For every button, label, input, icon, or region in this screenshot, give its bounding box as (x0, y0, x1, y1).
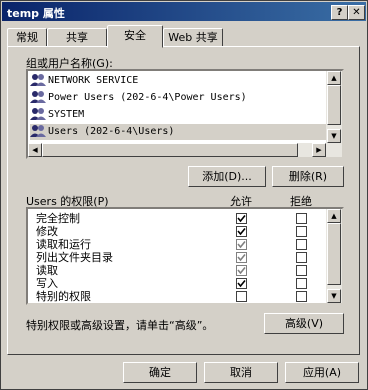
user-list-item[interactable]: SYSTEM (30, 107, 84, 123)
tab-sharing[interactable]: 共享 (47, 28, 107, 47)
deny-checkbox[interactable] (296, 265, 307, 276)
user-list-item[interactable]: Power Users (202-6-4\Power Users) (30, 90, 247, 106)
user-name: SYSTEM (48, 109, 85, 120)
user-list-item[interactable]: Users (202-6-4\Users) (30, 124, 326, 140)
allow-checkbox[interactable] (236, 239, 247, 250)
deny-checkbox[interactable] (296, 278, 307, 289)
permissions-vertical-scrollbar[interactable]: ▲ ▼ (326, 209, 342, 303)
allow-checkbox[interactable] (236, 213, 247, 224)
permission-row: 特别的权限 (30, 289, 326, 303)
close-icon[interactable]: ✕ (348, 5, 365, 20)
allow-checkbox[interactable] (236, 265, 247, 276)
deny-checkbox[interactable] (296, 213, 307, 224)
scroll-down-icon[interactable]: ▼ (327, 289, 341, 303)
deny-checkbox[interactable] (296, 226, 307, 237)
allow-checkbox[interactable] (236, 291, 247, 302)
tab-general[interactable]: 常规 (7, 28, 47, 47)
scroll-right-icon[interactable]: ▶ (312, 143, 326, 157)
users-vertical-scrollbar[interactable]: ▲ ▼ (326, 71, 342, 143)
users-list[interactable]: NETWORK SERVICE Power Users (202-6-4\Powe… (26, 69, 344, 159)
remove-button[interactable]: 删除(R) (272, 166, 344, 187)
scroll-thumb[interactable] (327, 85, 341, 125)
deny-checkbox[interactable] (296, 252, 307, 263)
security-panel: 组或用户名称(G): NETWORK SERVICE Power Users (2… (7, 46, 360, 355)
add-button[interactable]: 添加(D)... (188, 166, 266, 187)
user-name: NETWORK SERVICE (48, 75, 139, 86)
user-list-item[interactable]: NETWORK SERVICE (30, 73, 138, 89)
deny-checkbox[interactable] (296, 239, 307, 250)
permissions-list[interactable]: 完全控制 修改 读取和运行 列出文件夹目录 读取 写入 特别的权限 ▲ ▼ (26, 207, 344, 305)
advanced-button[interactable]: 高级(V) (264, 313, 344, 334)
user-group-icon (30, 108, 46, 120)
scroll-down-icon[interactable]: ▼ (327, 129, 341, 143)
scroll-thumb[interactable] (327, 223, 341, 285)
ok-button[interactable]: 确定 (123, 362, 197, 383)
help-icon[interactable]: ? (331, 5, 348, 20)
hscroll-thumb[interactable] (42, 143, 298, 157)
scroll-up-icon[interactable]: ▲ (327, 209, 341, 223)
allow-checkbox[interactable] (236, 278, 247, 289)
user-name: Users (202-6-4\Users) (48, 126, 175, 137)
scroll-left-icon[interactable]: ◀ (28, 143, 42, 157)
properties-window: temp 属性 ? ✕ 常规 共享 安全 Web 共享 组或用户名称(G): N… (0, 0, 368, 390)
permission-name: 特别的权限 (36, 290, 91, 303)
title-bar: temp 属性 ? ✕ (2, 2, 366, 21)
user-group-icon (30, 91, 46, 103)
deny-checkbox[interactable] (296, 291, 307, 302)
tab-web-sharing[interactable]: Web 共享 (163, 28, 223, 47)
scroll-up-icon[interactable]: ▲ (327, 71, 341, 85)
user-name: Power Users (202-6-4\Power Users) (48, 92, 247, 103)
user-group-icon (30, 125, 46, 137)
tab-security[interactable]: 安全 (107, 25, 163, 48)
user-group-icon (30, 74, 46, 86)
allow-checkbox[interactable] (236, 252, 247, 263)
users-horizontal-scrollbar[interactable]: ◀ ▶ (28, 143, 342, 157)
apply-button[interactable]: 应用(A) (285, 362, 359, 383)
allow-checkbox[interactable] (236, 226, 247, 237)
window-title: temp 属性 (7, 7, 65, 20)
cancel-button[interactable]: 取消 (204, 362, 278, 383)
advanced-hint: 特别权限或高级设置，请单击“高级”。 (26, 319, 214, 332)
